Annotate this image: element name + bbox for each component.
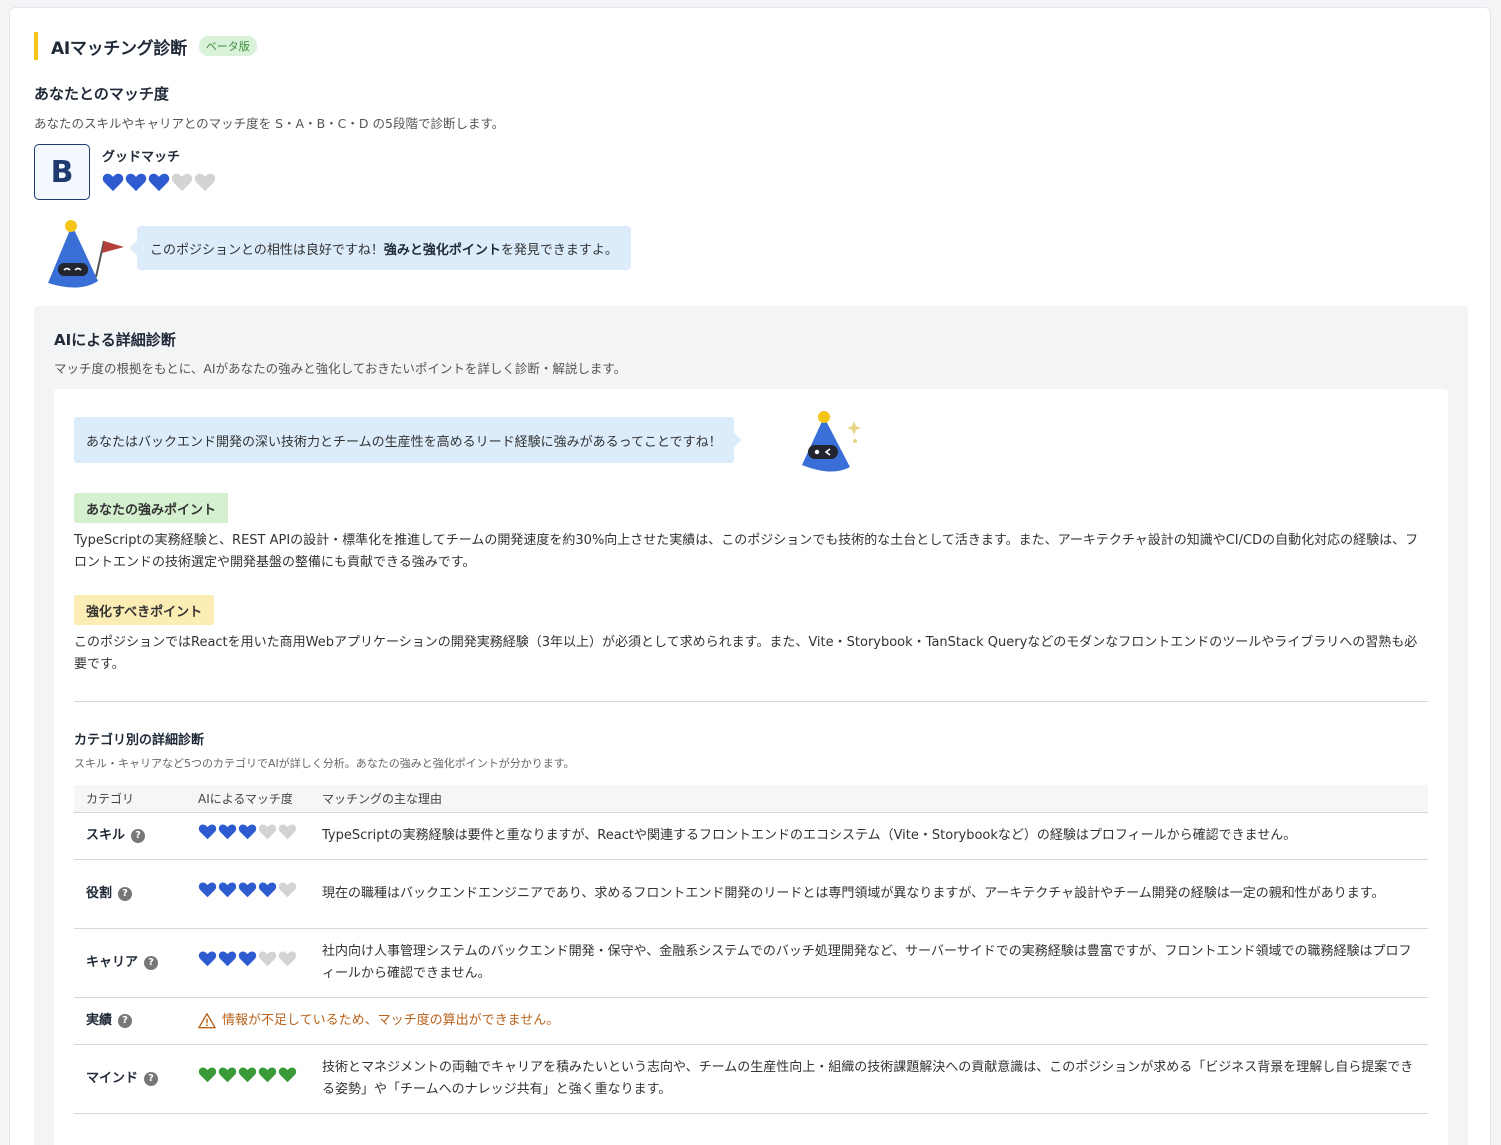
bubble-text-post: を発見できますよ。 [500,242,618,258]
category-label: マインド [86,1070,139,1086]
page-title: AIマッチング診断 [51,38,187,59]
match-hearts-cell [186,859,310,929]
heart-empty-icon [194,172,216,196]
heart-filled-icon [278,1066,297,1091]
heart-empty-icon [258,823,277,848]
improve-text: このポジションではReactを用いた商用Webアプリケーションの開発実務経験（3… [74,635,1418,672]
category-label: スキル [86,827,126,843]
heart-filled-icon [218,950,237,975]
category-description: スキル・キャリアなど5つのカテゴリでAIが詳しく分析。あなたの強みと強化ポイント… [74,757,575,770]
heart-empty-icon [278,823,297,848]
table-row: スキル? TypeScriptの実務経験は要件と重なりますが、Reactや関連する… [74,812,1428,860]
column-header-reason: マッチングの主な理由 [310,785,1428,813]
mascot-flag-icon [48,220,124,288]
match-hearts-cell [186,928,310,998]
heart-filled-icon [102,172,124,196]
heart-rating [198,823,298,848]
warning-icon [198,1013,216,1029]
category-name: 役割? [86,883,174,905]
heart-rating [198,950,298,975]
warning-message: 情報が不足しているため、マッチ度の算出ができません。 [198,1010,1416,1032]
category-label: 実績 [86,1012,113,1028]
category-name: 実績? [86,1010,174,1032]
help-icon[interactable]: ? [118,1013,133,1028]
mascot-wink-icon [802,411,861,472]
heart-empty-icon [171,172,193,196]
category-label: キャリア [86,954,139,970]
heart-filled-icon [198,881,217,906]
reason-cell: 技術とマネジメントの両軸でキャリアを積みたいという志向や、チームの生産性向上・組… [310,1044,1428,1114]
column-header-category: カテゴリ [74,785,186,813]
heart-filled-icon [198,1066,217,1091]
grade-label: グッドマッチ [102,150,181,165]
heart-filled-icon [218,823,237,848]
heart-rating [198,1066,298,1091]
detail-description: マッチ度の根拠をもとに、AIがあなたの強みと強化しておきたいポイントを詳しく診断… [54,361,627,376]
table-row: キャリア? 社内向け人事管理システムのバックエンド開発・保守や、金融系システムでの… [74,928,1428,998]
heart-filled-icon [218,881,237,906]
table-row: 実績? 情報が不足しているため、マッチ度の算出ができません。 [74,997,1428,1045]
category-cell: スキル? [74,812,186,860]
heart-filled-icon [125,172,147,196]
detail-content: あなたはバックエンド開発の深い技術力とチームの生産性を高めるリード経験に強みがあ… [54,389,1448,1145]
ai-matching-card: AIマッチング診断 ベータ版 あなたとのマッチ度 あなたのスキルやキャリアとのマ… [9,7,1491,1145]
column-header-match: AIによるマッチ度 [186,785,310,813]
ai-speech-bubble: あなたはバックエンド開発の深い技術力とチームの生産性を高めるリード経験に強みがあ… [74,417,742,463]
strength-text: TypeScriptの実務経験と、REST APIの設計・標準化を推進してチーム… [74,533,1419,570]
match-title: あなたとのマッチ度 [34,85,169,103]
warning-text: 情報が不足しているため、マッチ度の算出ができません。 [222,1012,560,1028]
grade-hearts-rating [102,172,216,196]
match-hearts-cell [186,1044,310,1114]
heart-filled-icon [218,1066,237,1091]
section-header: AIマッチング診断 ベータ版 [34,32,257,60]
help-icon[interactable]: ? [144,955,159,970]
help-icon[interactable]: ? [144,1071,159,1086]
detail-title: AIによる詳細診断 [54,331,176,349]
heart-filled-icon [238,881,257,906]
heart-filled-icon [198,950,217,975]
category-cell: 役割? [74,859,186,929]
category-cell: 実績? [74,997,186,1045]
help-icon[interactable]: ? [118,886,133,901]
beta-badge: ベータ版 [198,36,257,56]
heart-empty-icon [278,881,297,906]
warning-cell: 情報が不足しているため、マッチ度の算出ができません。 [186,997,1428,1045]
category-table: カテゴリ AIによるマッチ度 マッチングの主な理由 スキル? TypeScript… [74,785,1428,1114]
heart-filled-icon [198,823,217,848]
category-title: カテゴリ別の詳細診断 [74,733,205,748]
reason-cell: 社内向け人事管理システムのバックエンド開発・保守や、金融系システムでのバッチ処理… [310,928,1428,998]
heart-filled-icon [148,172,170,196]
table-row: マインド? 技術とマネジメントの両軸でキャリアを積みたいという志向や、チームの生産… [74,1044,1428,1114]
table-row: 役割? 現在の職種はバックエンドエンジニアであり、求めるフロントエンド開発のリード… [74,859,1428,929]
improve-label: 強化すべきポイント [74,595,215,625]
strength-label: あなたの強みポイント [74,493,229,523]
reason-cell: TypeScriptの実務経験は要件と重なりますが、Reactや関連するフロント… [310,812,1428,860]
bubble-text-pre: このポジションとの相性は良好ですね！ [150,242,384,258]
divider [74,701,1428,702]
heart-empty-icon [278,950,297,975]
category-name: キャリア? [86,952,174,974]
heart-rating [198,881,298,906]
match-description: あなたのスキルやキャリアとのマッチ度を S・A・B・C・D の5段階で診断します… [34,116,505,131]
heart-empty-icon [258,950,277,975]
heart-filled-icon [238,823,257,848]
match-hearts-cell [186,812,310,860]
heart-filled-icon [258,1066,277,1091]
category-cell: マインド? [74,1044,186,1114]
category-name: マインド? [86,1068,174,1090]
grade-badge: B [34,144,90,200]
heart-filled-icon [258,881,277,906]
category-label: 役割 [86,885,113,901]
category-name: スキル? [86,825,174,847]
reason-cell: 現在の職種はバックエンドエンジニアであり、求めるフロントエンド開発のリードとは専… [310,859,1428,929]
category-cell: キャリア? [74,928,186,998]
help-icon[interactable]: ? [131,828,146,843]
mascot-speech-bubble: このポジションとの相性は良好ですね！ 強みと強化ポイント を発見できますよ。 [129,226,631,270]
bubble-text-bold: 強みと強化ポイント [383,242,501,258]
heart-filled-icon [238,1066,257,1091]
heart-filled-icon [238,950,257,975]
detail-panel: AIによる詳細診断 マッチ度の根拠をもとに、AIがあなたの強みと強化しておきたい… [34,306,1468,1145]
